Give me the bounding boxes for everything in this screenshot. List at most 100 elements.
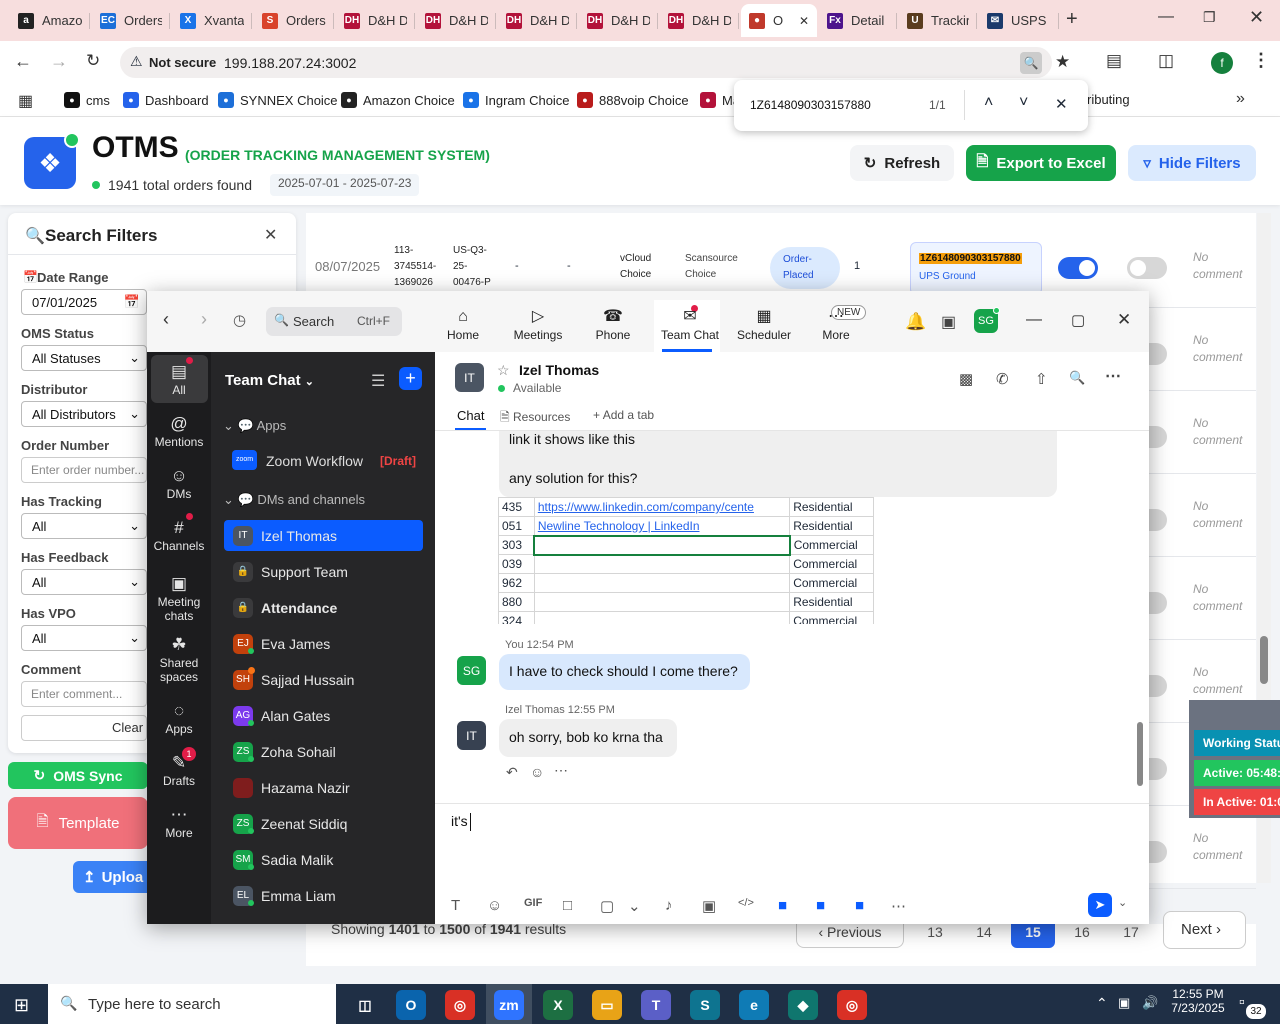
bookmark-item[interactable]: ● SYNNEX Choice [218, 92, 338, 108]
channel-item[interactable]: EL Emma Liam [224, 880, 423, 911]
find-icon[interactable]: 🔍 [1020, 52, 1042, 74]
toggle-switch[interactable] [1127, 257, 1167, 279]
next-button[interactable]: Next › [1163, 911, 1246, 949]
page-button[interactable]: 16 [1060, 924, 1104, 948]
outlook-icon[interactable]: O [396, 990, 426, 1020]
browser-tab[interactable]: S Orders [254, 4, 334, 37]
format-text-icon[interactable]: T [451, 897, 460, 914]
file-explorer-icon[interactable]: ▭ [592, 990, 622, 1020]
has-vpo-select[interactable]: All ⌄ [21, 625, 147, 651]
channel-item[interactable]: ZS Zeenat Siddiq [224, 808, 423, 839]
emoji-icon[interactable]: ☺ [487, 897, 502, 914]
restore-icon[interactable]: ❐ [1203, 9, 1216, 26]
has-tracking-select[interactable]: All ⌄ [21, 513, 147, 539]
bookmark-item[interactable]: ● Ingram Choice [463, 92, 570, 108]
contact-avatar[interactable]: IT [455, 363, 484, 392]
toggle-switch[interactable] [1058, 257, 1098, 279]
find-input[interactable]: 1Z6148090303157880 [750, 98, 871, 112]
close-icon[interactable]: ✕ [1055, 95, 1068, 113]
chevron-up-icon[interactable]: ˄ [984, 94, 993, 112]
rail-item-all[interactable]: ▤ All [150, 361, 208, 397]
bookmark-item[interactable]: ributing [1087, 92, 1130, 107]
nav-tab-team-chat[interactable]: ✉ Team Chat [657, 300, 723, 352]
back-icon[interactable]: ‹ [163, 309, 169, 330]
export-excel-button[interactable]: 🗎 Export to Excel [966, 145, 1116, 181]
tab-resources[interactable]: 🗎 Resources [500, 408, 570, 429]
browser-tab[interactable]: DH D&H Distributing [660, 4, 739, 37]
browser-menu-icon[interactable]: ⋮ [1252, 50, 1270, 71]
bookmarks-overflow-icon[interactable]: » [1236, 90, 1245, 108]
star-icon[interactable]: ☆ [497, 362, 510, 379]
network-icon[interactable]: ▣ [1118, 995, 1130, 1011]
nav-tab-meetings[interactable]: ▷ Meetings [510, 300, 566, 352]
rail-item-mentions[interactable]: @ Mentions [150, 413, 208, 449]
close-filters-icon[interactable]: ✕ [264, 225, 277, 245]
omnibox[interactable]: ⚠ Not secure 199.188.207.24:3002 🔍 ★ [120, 47, 1070, 78]
taskbar-clock[interactable]: 12:55 PM 7/23/2025 [1168, 987, 1228, 1015]
sidepanel-icon[interactable]: ◫ [1158, 51, 1174, 71]
notification-center-icon[interactable]: ▫ [1239, 994, 1245, 1012]
channel-item[interactable]: IT Izel Thomas [224, 520, 423, 551]
app-icon[interactable]: ◆ [788, 990, 818, 1020]
reply-icon[interactable]: ↶ [506, 764, 518, 781]
tracking-number[interactable]: 1Z6148090303157880 [919, 253, 1022, 264]
date-input[interactable]: 07/01/2025 📅 [21, 289, 147, 315]
browser-tab[interactable]: ✉ USPS [979, 4, 1059, 37]
more-options-icon[interactable]: ⋯ [1105, 366, 1121, 386]
chevron-down-icon[interactable]: ˅ [1019, 94, 1028, 112]
chevron-down-icon[interactable]: ⌄ [1118, 896, 1127, 909]
tab-add[interactable]: + Add a tab [593, 408, 654, 422]
volume-icon[interactable]: 🔊 [1142, 995, 1158, 1011]
excel-icon[interactable]: X [543, 990, 573, 1020]
file-icon[interactable]: □ [563, 897, 572, 914]
page-button[interactable]: 14 [962, 924, 1006, 948]
taskbar-search-box[interactable]: 🔍 Type here to search [48, 984, 336, 1024]
browser-tab[interactable]: a Amazon [10, 4, 90, 37]
close-window-icon[interactable]: ✕ [1249, 7, 1264, 28]
apps-section-header[interactable]: ⌄ 💬 Apps [223, 418, 286, 434]
history-icon[interactable]: ◷ [233, 311, 246, 329]
bookmark-star-icon[interactable]: ★ [1055, 52, 1070, 72]
gif-icon[interactable]: GIF [524, 897, 542, 909]
teams-icon[interactable]: T [641, 990, 671, 1020]
app-icon[interactable]: S [690, 990, 720, 1020]
bookmark-item[interactable]: ● Dashboard [123, 92, 209, 108]
whiteboard-icon[interactable]: ▣ [941, 312, 956, 332]
browser-tab[interactable]: DH D&H Distributing [579, 4, 658, 37]
share-screen-icon[interactable]: ⇧ [1035, 370, 1048, 388]
nav-tab-more[interactable]: ⋯ More [809, 300, 863, 352]
screenshot-icon[interactable]: ▢ [600, 897, 614, 915]
forward-icon[interactable]: › [201, 309, 207, 330]
search-icon[interactable]: 🔍 [1069, 370, 1085, 386]
bookmark-item[interactable]: ● 888voip Choice [577, 92, 689, 108]
browser-tab[interactable]: DH D&H Distributing [498, 4, 577, 37]
filter-list-icon[interactable]: ☰ [371, 371, 385, 391]
nav-tab-scheduler[interactable]: ▦ Scheduler [735, 300, 793, 352]
rail-item-drafts[interactable]: ✎ Drafts [150, 752, 208, 788]
tab-chat[interactable]: Chat [457, 408, 484, 423]
channel-item[interactable]: SM Sadia Malik [224, 844, 423, 875]
team-chat-title[interactable]: Team Chat ⌄ [225, 372, 314, 389]
new-tab-icon[interactable]: + [1066, 8, 1078, 31]
browser-tab[interactable]: DH D&H Distributing [336, 4, 415, 37]
channel-item[interactable]: EJ Eva James [224, 628, 423, 659]
maximize-icon[interactable]: ▢ [1071, 311, 1085, 329]
channel-item[interactable]: 🔒 Support Team [224, 556, 423, 587]
send-button[interactable]: ➤ [1088, 893, 1112, 917]
refresh-button[interactable]: ↻ Refresh [850, 145, 954, 181]
app-icon[interactable]: ■ [778, 897, 787, 914]
apps-grid-icon[interactable]: ▦ [18, 91, 33, 111]
distributor-select[interactable]: All Distributors ⌄ [21, 401, 147, 427]
tracking-cell[interactable]: 1Z6148090303157880 UPS Ground [910, 242, 1042, 295]
task-view-icon[interactable]: ◫ [350, 990, 380, 1020]
rail-item-apps[interactable]: ◌ Apps [150, 700, 208, 736]
new-chat-button[interactable]: + [399, 367, 422, 390]
channel-item[interactable]: ZS Zoha Sohail [224, 736, 423, 767]
rail-item-more[interactable]: ⋯ More [150, 804, 208, 840]
bell-icon[interactable]: 🔔 [905, 312, 926, 332]
back-icon[interactable]: ← [14, 51, 32, 72]
zoom-search-input[interactable]: 🔍 Search Ctrl+F [266, 307, 402, 336]
minimize-icon[interactable]: — [1158, 8, 1174, 26]
browser-tab[interactable]: EC Orders [92, 4, 170, 37]
rail-item-meeting-chats[interactable]: ▣ Meeting chats [150, 573, 208, 623]
